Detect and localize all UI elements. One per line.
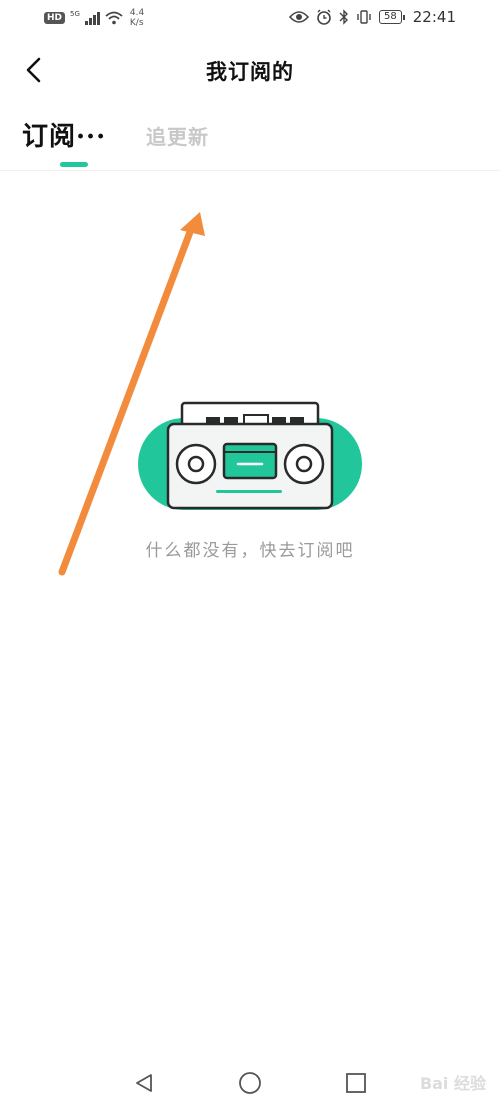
tab-updates[interactable]: 追更新 bbox=[146, 121, 209, 150]
nav-recent-icon bbox=[346, 1073, 366, 1093]
nav-home-button[interactable] bbox=[236, 1069, 264, 1097]
status-left: HD 5G 4.4 K/s bbox=[44, 8, 144, 28]
hd-badge: HD bbox=[44, 12, 66, 24]
nav-back-button[interactable] bbox=[130, 1069, 158, 1097]
battery-icon: 58 bbox=[379, 10, 405, 24]
empty-message: 什么都没有，快去订阅吧 bbox=[145, 541, 355, 561]
signal-icon bbox=[84, 11, 100, 25]
header: 我订阅的 bbox=[0, 44, 500, 96]
eye-icon bbox=[289, 11, 310, 23]
bluetooth-icon bbox=[339, 9, 349, 25]
nav-home-icon bbox=[239, 1072, 261, 1094]
status-right: 58 22:41 bbox=[289, 8, 456, 26]
nav-back-icon bbox=[136, 1074, 152, 1092]
network-type: 5G bbox=[70, 10, 80, 18]
cassette-player-icon bbox=[138, 401, 362, 510]
page-title: 我订阅的 bbox=[206, 59, 294, 84]
active-tab-indicator bbox=[60, 162, 88, 167]
alarm-icon bbox=[317, 9, 331, 25]
tab-subscribed[interactable]: 订阅··· bbox=[22, 116, 106, 153]
status-bar: HD 5G 4.4 K/s 58 22:41 bbox=[0, 0, 500, 36]
vibrate-icon bbox=[357, 10, 371, 24]
speed-unit: K/s bbox=[129, 18, 144, 28]
wifi-icon bbox=[105, 11, 123, 25]
nav-recent-button[interactable] bbox=[342, 1069, 370, 1097]
watermark-logo: Bai 经验 bbox=[419, 1074, 486, 1093]
status-time: 22:41 bbox=[412, 8, 456, 26]
speed-value: 4.4 bbox=[129, 8, 145, 18]
network-speed: 4.4 K/s bbox=[130, 8, 144, 28]
